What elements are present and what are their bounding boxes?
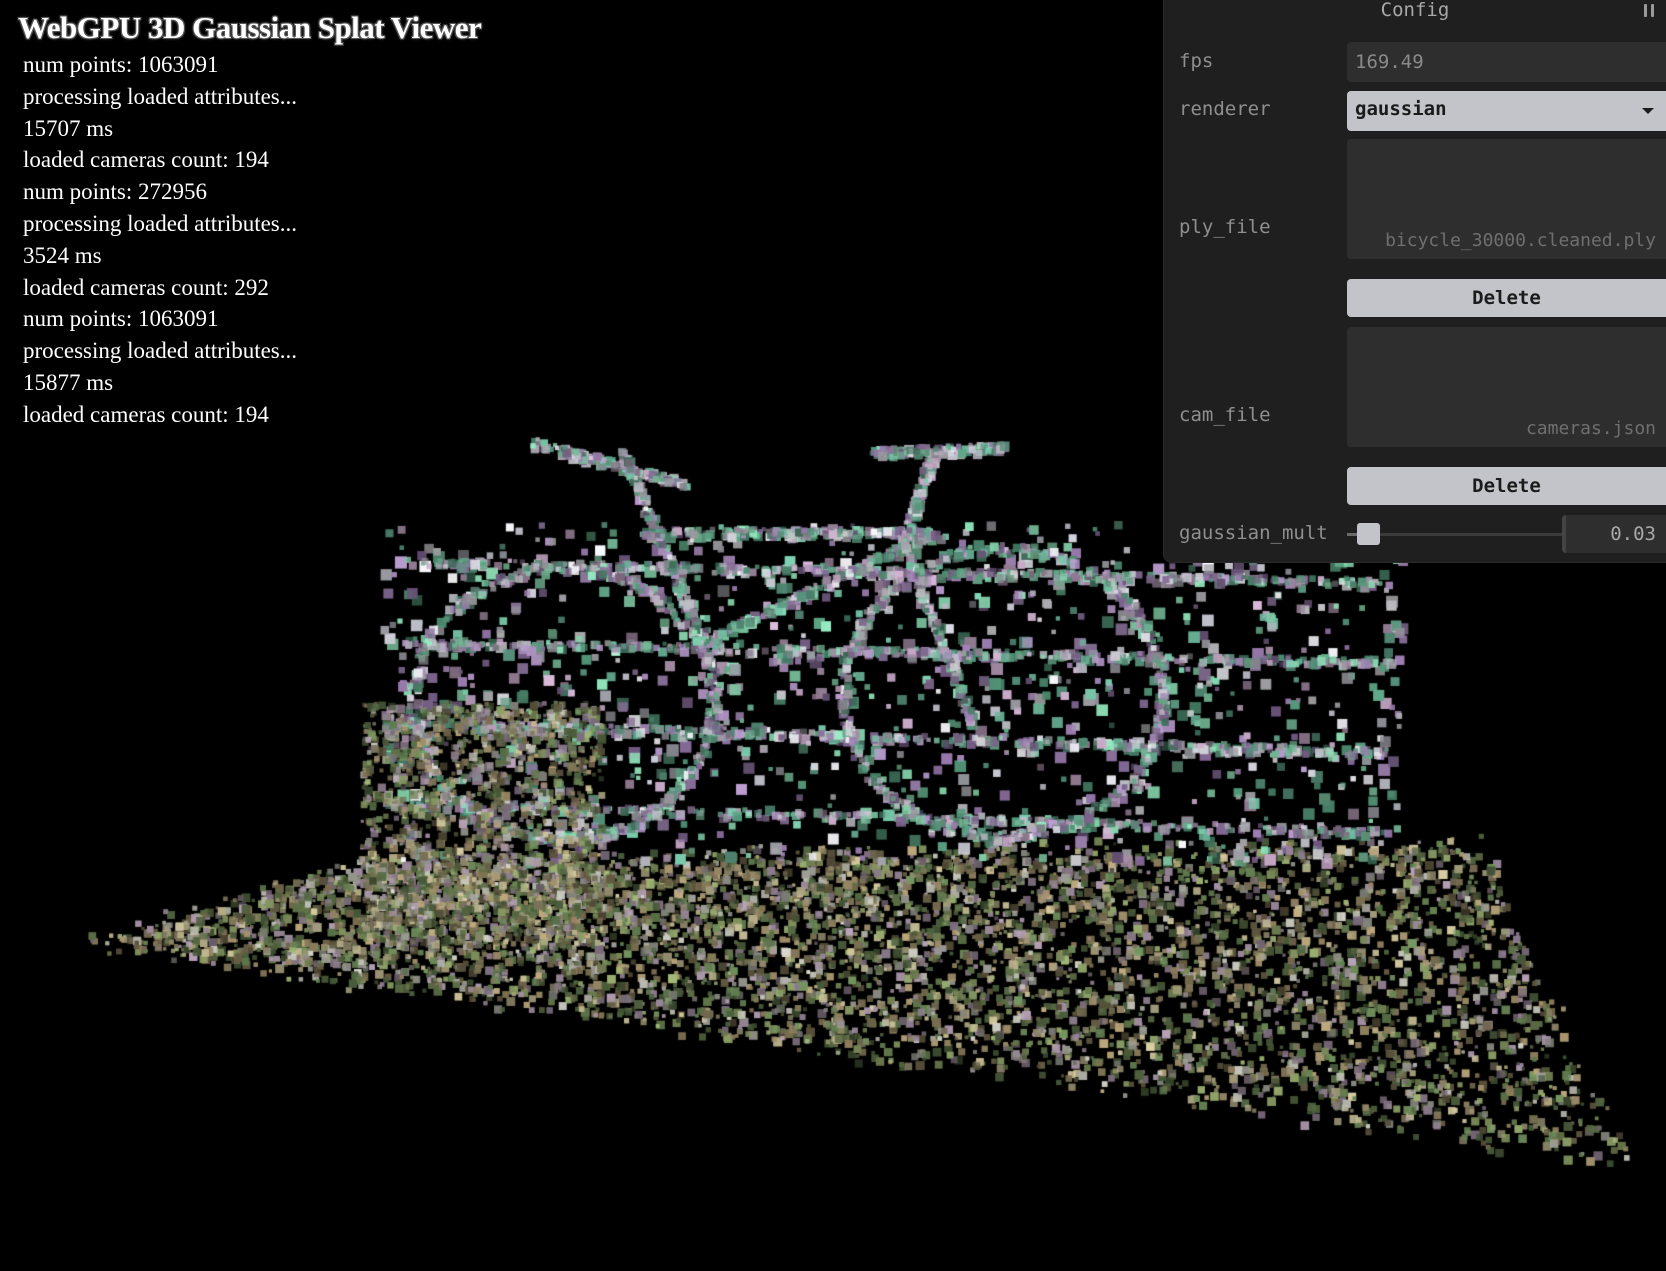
fps-label: fps — [1179, 50, 1214, 72]
cam-file-label: cam_file — [1179, 404, 1271, 426]
ply-file-delete-button[interactable]: Delete — [1347, 279, 1666, 317]
log-line: 15707 ms — [23, 115, 114, 141]
config-panel-header[interactable]: Config — [1164, 0, 1666, 24]
log-line: loaded cameras count: 292 — [23, 274, 269, 300]
renderer-select[interactable]: gaussian — [1347, 91, 1666, 131]
log-line: loaded cameras count: 194 — [23, 147, 269, 173]
log-line: num points: 272956 — [23, 179, 208, 205]
log-line: num points: 1063091 — [23, 52, 219, 77]
renderer-label: renderer — [1179, 98, 1271, 120]
ply-file-dropzone[interactable]: bicycle_30000.cleaned.ply — [1347, 139, 1666, 259]
log-line: num points: 1063091 — [23, 306, 219, 332]
pause-bars-icon[interactable] — [1644, 4, 1656, 18]
config-panel-title: Config — [1380, 0, 1450, 21]
slider-thumb[interactable] — [1357, 523, 1381, 545]
gaussian-mult-value-field[interactable]: 0.03 — [1562, 515, 1666, 553]
log-list: num points: 1063091 processing loaded at… — [23, 49, 481, 431]
ply-file-name: bicycle_30000.cleaned.ply — [1385, 230, 1656, 251]
cam-file-delete-button[interactable]: Delete — [1347, 467, 1666, 505]
fps-readout: 169.49 — [1347, 42, 1666, 82]
cam-file-dropzone[interactable]: cameras.json — [1347, 327, 1666, 447]
slider-fill — [1347, 533, 1358, 536]
config-panel: Config fps 169.49 renderer gaussian ply_… — [1164, 0, 1666, 562]
gaussian-mult-label: gaussian_mult — [1179, 522, 1328, 544]
log-line: processing loaded attributes... — [23, 83, 298, 109]
ply-file-label: ply_file — [1179, 216, 1271, 238]
caret-down-icon — [1642, 108, 1654, 114]
log-line: processing loaded attributes... — [23, 210, 298, 236]
log-line: processing loaded attributes... — [23, 338, 298, 364]
log-line: 15877 ms — [23, 369, 114, 395]
status-overlay: WebGPU 3D Gaussian Splat Viewer num poin… — [18, 10, 482, 431]
log-line: 3524 ms — [23, 242, 102, 268]
renderer-selected-value: gaussian — [1355, 98, 1447, 120]
page-title: WebGPU 3D Gaussian Splat Viewer — [18, 10, 482, 45]
cam-file-name: cameras.json — [1525, 418, 1656, 439]
log-line: loaded cameras count: 194 — [23, 401, 269, 427]
